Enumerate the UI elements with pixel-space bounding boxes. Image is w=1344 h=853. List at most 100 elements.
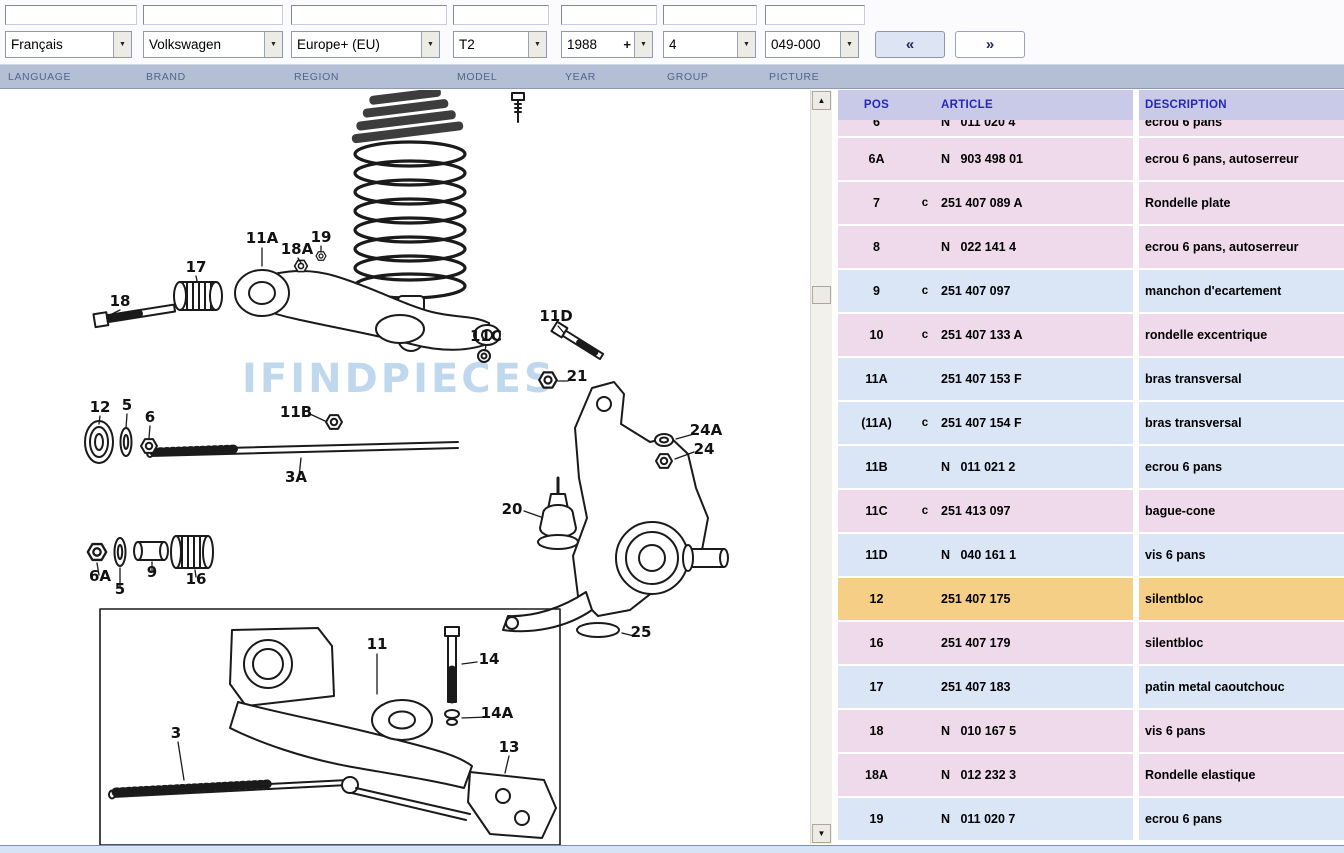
- brand-filter-input[interactable]: [143, 5, 283, 25]
- chevron-down-icon[interactable]: ▼: [840, 32, 858, 57]
- diagram-callout-6[interactable]: 6: [145, 408, 155, 426]
- table-row[interactable]: 19 N 011 020 7 ecrou 6 pans: [838, 798, 1344, 842]
- filter-labels-bar: LANGUAGE BRAND REGION MODEL YEAR GROUP P…: [0, 64, 1344, 88]
- group-column-label: GROUP: [667, 71, 709, 83]
- model-column-label: MODEL: [457, 71, 497, 83]
- diagram-callout-25[interactable]: 25: [631, 623, 652, 641]
- diagram-callout-24a[interactable]: 24A: [690, 421, 723, 439]
- table-row[interactable]: 11D N 040 161 1 vis 6 pans: [838, 534, 1344, 578]
- diagram-callout-12[interactable]: 12: [90, 398, 111, 416]
- table-row[interactable]: (11A) c 251 407 154 F bras transversal: [838, 402, 1344, 446]
- diagram-callout-19[interactable]: 19: [311, 228, 332, 246]
- year-filter-input[interactable]: [561, 5, 657, 25]
- language-filter-input[interactable]: [5, 5, 137, 25]
- diagram-callout-11c[interactable]: 11C: [470, 327, 502, 345]
- year-select[interactable]: 1988 + ▼: [561, 31, 653, 58]
- table-row[interactable]: 16 251 407 179 silentbloc: [838, 622, 1344, 666]
- rod-3a: [147, 442, 458, 457]
- diagram-callout-14a[interactable]: 14A: [481, 704, 514, 722]
- diagram-callout-3[interactable]: 3: [171, 724, 181, 742]
- table-row[interactable]: 18 N 010 167 5 vis 6 pans: [838, 710, 1344, 754]
- article-cell: 251 407 133 A: [935, 314, 1133, 356]
- pos-cell: 17: [838, 666, 915, 708]
- nut-6: [141, 439, 157, 453]
- table-row[interactable]: 17 251 407 183 patin metal caoutchouc: [838, 666, 1344, 710]
- table-row[interactable]: 11C c 251 413 097 bague-cone: [838, 490, 1344, 534]
- article-cell: 251 407 097: [935, 270, 1133, 312]
- diagram-callout-17[interactable]: 17: [186, 258, 207, 276]
- article-cell: 251 407 154 F: [935, 402, 1133, 444]
- scroll-up-button[interactable]: ▲: [812, 91, 831, 110]
- scrollbar-thumb[interactable]: [812, 286, 831, 304]
- diagram-callout-24[interactable]: 24: [694, 440, 715, 458]
- chevron-down-icon[interactable]: ▼: [528, 32, 546, 57]
- flag-cell: [915, 446, 935, 488]
- table-scrollbar[interactable]: ▲ ▼: [810, 90, 832, 844]
- diagram-callout-5[interactable]: 5: [115, 580, 125, 598]
- group-select[interactable]: 4 ▼: [663, 31, 756, 58]
- next-picture-button[interactable]: »: [955, 31, 1025, 58]
- diagram-callout-11b[interactable]: 11B: [280, 403, 312, 421]
- diagram-callout-11[interactable]: 11: [367, 635, 388, 653]
- table-row[interactable]: 10 c 251 407 133 A rondelle excentrique: [838, 314, 1344, 358]
- diagram-callout-11a[interactable]: 11A: [246, 229, 279, 247]
- diagram-callout-13[interactable]: 13: [499, 738, 520, 756]
- flag-cell: [915, 138, 935, 180]
- model-filter-input[interactable]: [453, 5, 549, 25]
- chevron-down-icon[interactable]: ▼: [264, 32, 282, 57]
- region-select[interactable]: Europe+ (EU) ▼: [291, 31, 440, 58]
- chevron-down-icon[interactable]: ▼: [113, 32, 131, 57]
- chevron-down-icon[interactable]: ▼: [421, 32, 439, 57]
- article-cell: 251 407 153 F: [935, 358, 1133, 400]
- steering-knuckle: [503, 382, 728, 631]
- diagram-callout-9[interactable]: 9: [147, 563, 157, 581]
- table-row[interactable]: 9 c 251 407 097 manchon d'ecartement: [838, 270, 1344, 314]
- picture-filter-input[interactable]: [765, 5, 865, 25]
- article-cell: N 010 167 5: [935, 710, 1133, 752]
- model-select[interactable]: T2 ▼: [453, 31, 547, 58]
- diagram-callout-6a[interactable]: 6A: [89, 567, 111, 585]
- table-row[interactable]: 6 N 011 020 4 ecrou 6 pans: [838, 120, 1344, 138]
- year-plus-button[interactable]: +: [623, 37, 634, 52]
- diagram-callout-3a[interactable]: 3A: [285, 468, 307, 486]
- spacer-9: [134, 542, 168, 560]
- group-filter-input[interactable]: [663, 5, 757, 25]
- table-row[interactable]: 18A N 012 232 3 Rondelle elastique: [838, 754, 1344, 798]
- previous-picture-button[interactable]: «: [875, 31, 945, 58]
- chevron-down-icon[interactable]: ▼: [634, 32, 652, 57]
- diagram-callout-5[interactable]: 5: [122, 396, 132, 414]
- pos-cell: 19: [838, 798, 915, 840]
- brand-column-label: BRAND: [146, 71, 186, 83]
- article-cell: 251 407 183: [935, 666, 1133, 708]
- table-row[interactable]: 11A 251 407 153 F bras transversal: [838, 358, 1344, 402]
- table-row[interactable]: 7 c 251 407 089 A Rondelle plate: [838, 182, 1344, 226]
- region-select-value: Europe+ (EU): [292, 37, 421, 52]
- diagram-callout-14[interactable]: 14: [479, 650, 500, 668]
- coil-spring: [355, 142, 465, 298]
- nut-24: [656, 454, 672, 468]
- year-select-value: 1988: [562, 37, 623, 52]
- diagram-callout-16[interactable]: 16: [186, 570, 207, 588]
- language-select[interactable]: Français ▼: [5, 31, 132, 58]
- diagram-callout-20[interactable]: 20: [502, 500, 523, 518]
- flag-cell: c: [915, 270, 935, 312]
- diagram-callout-18a[interactable]: 18A: [281, 240, 314, 258]
- scroll-down-button[interactable]: ▼: [812, 824, 831, 843]
- diagram-callout-18[interactable]: 18: [110, 292, 131, 310]
- table-row[interactable]: 11B N 011 021 2 ecrou 6 pans: [838, 446, 1344, 490]
- table-row[interactable]: 6A N 903 498 01 ecrou 6 pans, autoserreu…: [838, 138, 1344, 182]
- description-cell: silentbloc: [1139, 622, 1344, 664]
- chevron-down-icon[interactable]: ▼: [737, 32, 755, 57]
- parts-catalog-window: Français ▼ Volkswagen ▼ Europe+ (EU) ▼ T…: [0, 0, 1344, 853]
- table-row[interactable]: 12 251 407 175 silentbloc: [838, 578, 1344, 622]
- diagram-callout-21[interactable]: 21: [567, 367, 588, 385]
- region-filter-input[interactable]: [291, 5, 447, 25]
- picture-select[interactable]: 049-000 ▼: [765, 31, 859, 58]
- brand-select[interactable]: Volkswagen ▼: [143, 31, 283, 58]
- diagram-panel[interactable]: IFINDPIECES: [0, 90, 810, 845]
- table-row[interactable]: 8 N 022 141 4 ecrou 6 pans, autoserreur: [838, 226, 1344, 270]
- washer-5: [121, 428, 132, 456]
- strut-boot: [347, 90, 464, 144]
- diagram-callout-11d[interactable]: 11D: [539, 307, 572, 325]
- silentbloc-12: [85, 421, 113, 463]
